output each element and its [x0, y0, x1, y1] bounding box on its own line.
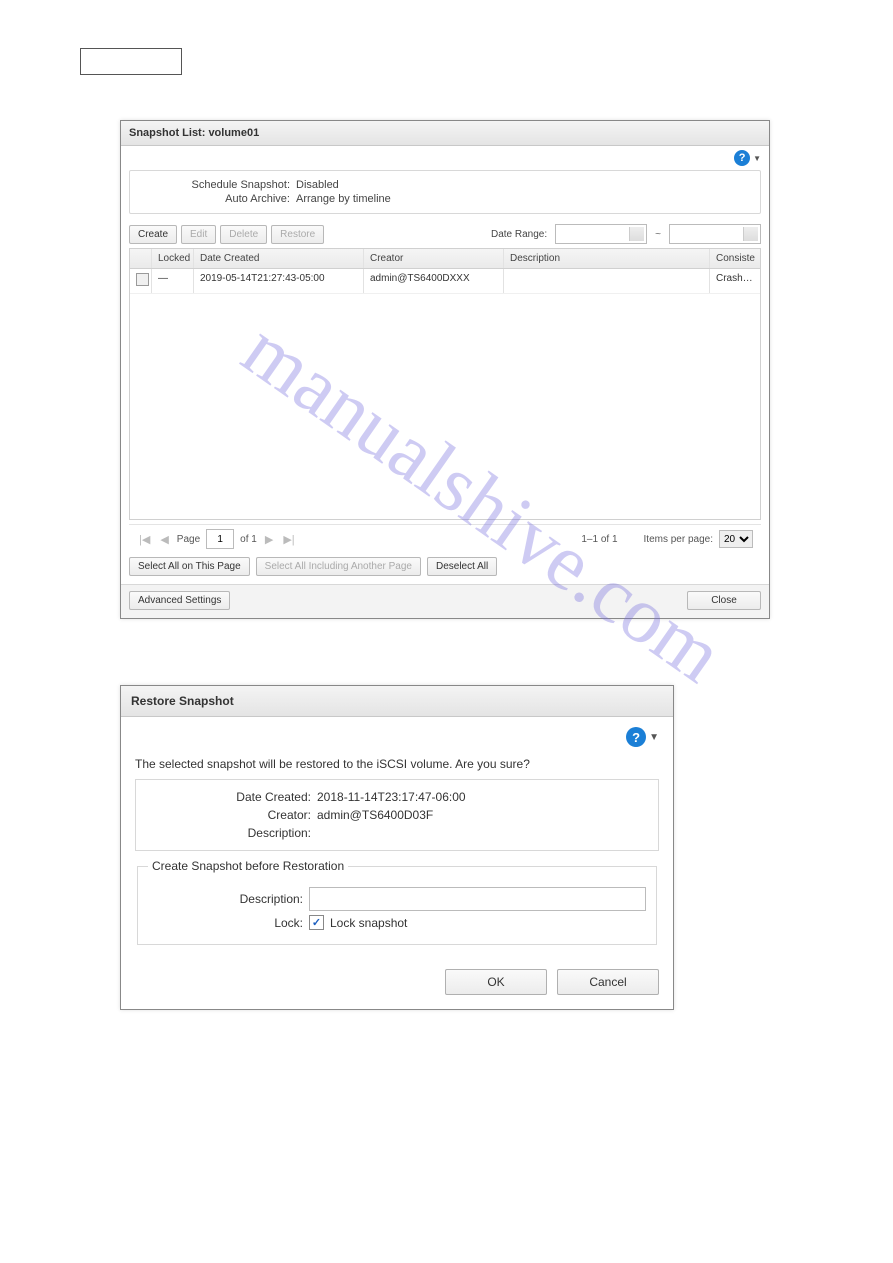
select-all-page-button[interactable]: Select All on This Page	[129, 557, 250, 576]
delete-button[interactable]: Delete	[220, 225, 267, 244]
detail-creator-label: Creator:	[146, 808, 311, 822]
pager-page-input[interactable]	[206, 529, 234, 549]
cell-description	[504, 269, 710, 293]
edit-button[interactable]: Edit	[181, 225, 216, 244]
col-description[interactable]: Description	[504, 249, 710, 268]
snapshot-list-window: Snapshot List: volume01 ? ▼ Schedule Sna…	[120, 120, 770, 619]
lock-checkbox[interactable]: ✓	[309, 915, 324, 930]
cell-creator: admin@TS6400DXXX	[364, 269, 504, 293]
detail-date-value: 2018-11-14T23:17:47-06:00	[317, 790, 466, 804]
schedule-label: Schedule Snapshot:	[140, 179, 290, 191]
pager: |◀ ◀ Page of 1 ▶ ▶| 1–1 of 1 Items per p…	[129, 524, 761, 553]
pager-items-select[interactable]: 20	[719, 530, 753, 548]
fs-lock-label: Lock:	[148, 916, 303, 930]
col-creator[interactable]: Creator	[364, 249, 504, 268]
restore-title: Restore Snapshot	[121, 686, 673, 717]
help-button[interactable]: ? ▼	[734, 150, 761, 166]
pager-range: 1–1 of 1	[581, 534, 617, 545]
create-button[interactable]: Create	[129, 225, 177, 244]
details-box: Date Created: 2018-11-14T23:17:47-06:00 …	[135, 779, 659, 851]
pager-next-icon[interactable]: ▶	[263, 533, 275, 546]
date-from-input[interactable]	[555, 224, 647, 244]
date-range-separator: ~	[655, 229, 661, 240]
archive-label: Auto Archive:	[140, 193, 290, 205]
create-snapshot-fieldset: Create Snapshot before Restoration Descr…	[137, 859, 657, 945]
fieldset-legend: Create Snapshot before Restoration	[148, 859, 348, 873]
cell-locked: —	[152, 269, 194, 293]
window-title: Snapshot List: volume01	[121, 121, 769, 146]
col-consistency[interactable]: Consiste	[710, 249, 760, 268]
col-date[interactable]: Date Created	[194, 249, 364, 268]
pager-page-label: Page	[177, 534, 200, 545]
empty-box	[80, 48, 182, 75]
deselect-all-button[interactable]: Deselect All	[427, 557, 497, 576]
detail-creator-value: admin@TS6400D03F	[317, 808, 433, 822]
toolbar: Create Edit Delete Restore Date Range: ~	[121, 220, 769, 248]
restore-button[interactable]: Restore	[271, 225, 324, 244]
snapshot-table: Locked Date Created Creator Description …	[129, 248, 761, 520]
help-icon: ?	[734, 150, 750, 166]
restore-message: The selected snapshot will be restored t…	[135, 757, 659, 771]
col-locked[interactable]: Locked	[152, 249, 194, 268]
schedule-value: Disabled	[296, 179, 339, 191]
pager-items-label: Items per page:	[644, 534, 713, 545]
advanced-settings-button[interactable]: Advanced Settings	[129, 591, 230, 610]
lock-text: Lock snapshot	[330, 916, 407, 930]
table-header: Locked Date Created Creator Description …	[130, 249, 760, 269]
pager-of-label: of 1	[240, 534, 257, 545]
help-button[interactable]: ? ▼	[626, 727, 659, 747]
fs-desc-label: Description:	[148, 892, 303, 906]
cancel-button[interactable]: Cancel	[557, 969, 659, 995]
table-row[interactable]: — 2019-05-14T21:27:43-05:00 admin@TS6400…	[130, 269, 760, 294]
cell-consistency: Crash…	[710, 269, 760, 293]
row-checkbox[interactable]	[136, 273, 149, 286]
detail-description-label: Description:	[146, 826, 311, 840]
select-all-pages-button[interactable]: Select All Including Another Page	[256, 557, 421, 576]
pager-first-icon[interactable]: |◀	[137, 533, 152, 546]
archive-value: Arrange by timeline	[296, 193, 391, 205]
pager-prev-icon[interactable]: ◀	[158, 533, 170, 546]
chevron-down-icon: ▼	[753, 154, 761, 163]
ok-button[interactable]: OK	[445, 969, 547, 995]
date-to-input[interactable]	[669, 224, 761, 244]
chevron-down-icon: ▼	[649, 732, 659, 743]
close-button[interactable]: Close	[687, 591, 761, 610]
help-icon: ?	[626, 727, 646, 747]
fs-description-input[interactable]	[309, 887, 646, 911]
cell-date: 2019-05-14T21:27:43-05:00	[194, 269, 364, 293]
restore-window: Restore Snapshot ? ▼ The selected snapsh…	[120, 685, 674, 1010]
pager-last-icon[interactable]: ▶|	[281, 533, 296, 546]
info-panel: Schedule Snapshot: Disabled Auto Archive…	[129, 170, 761, 214]
date-range-label: Date Range:	[491, 229, 547, 240]
detail-date-label: Date Created:	[146, 790, 311, 804]
